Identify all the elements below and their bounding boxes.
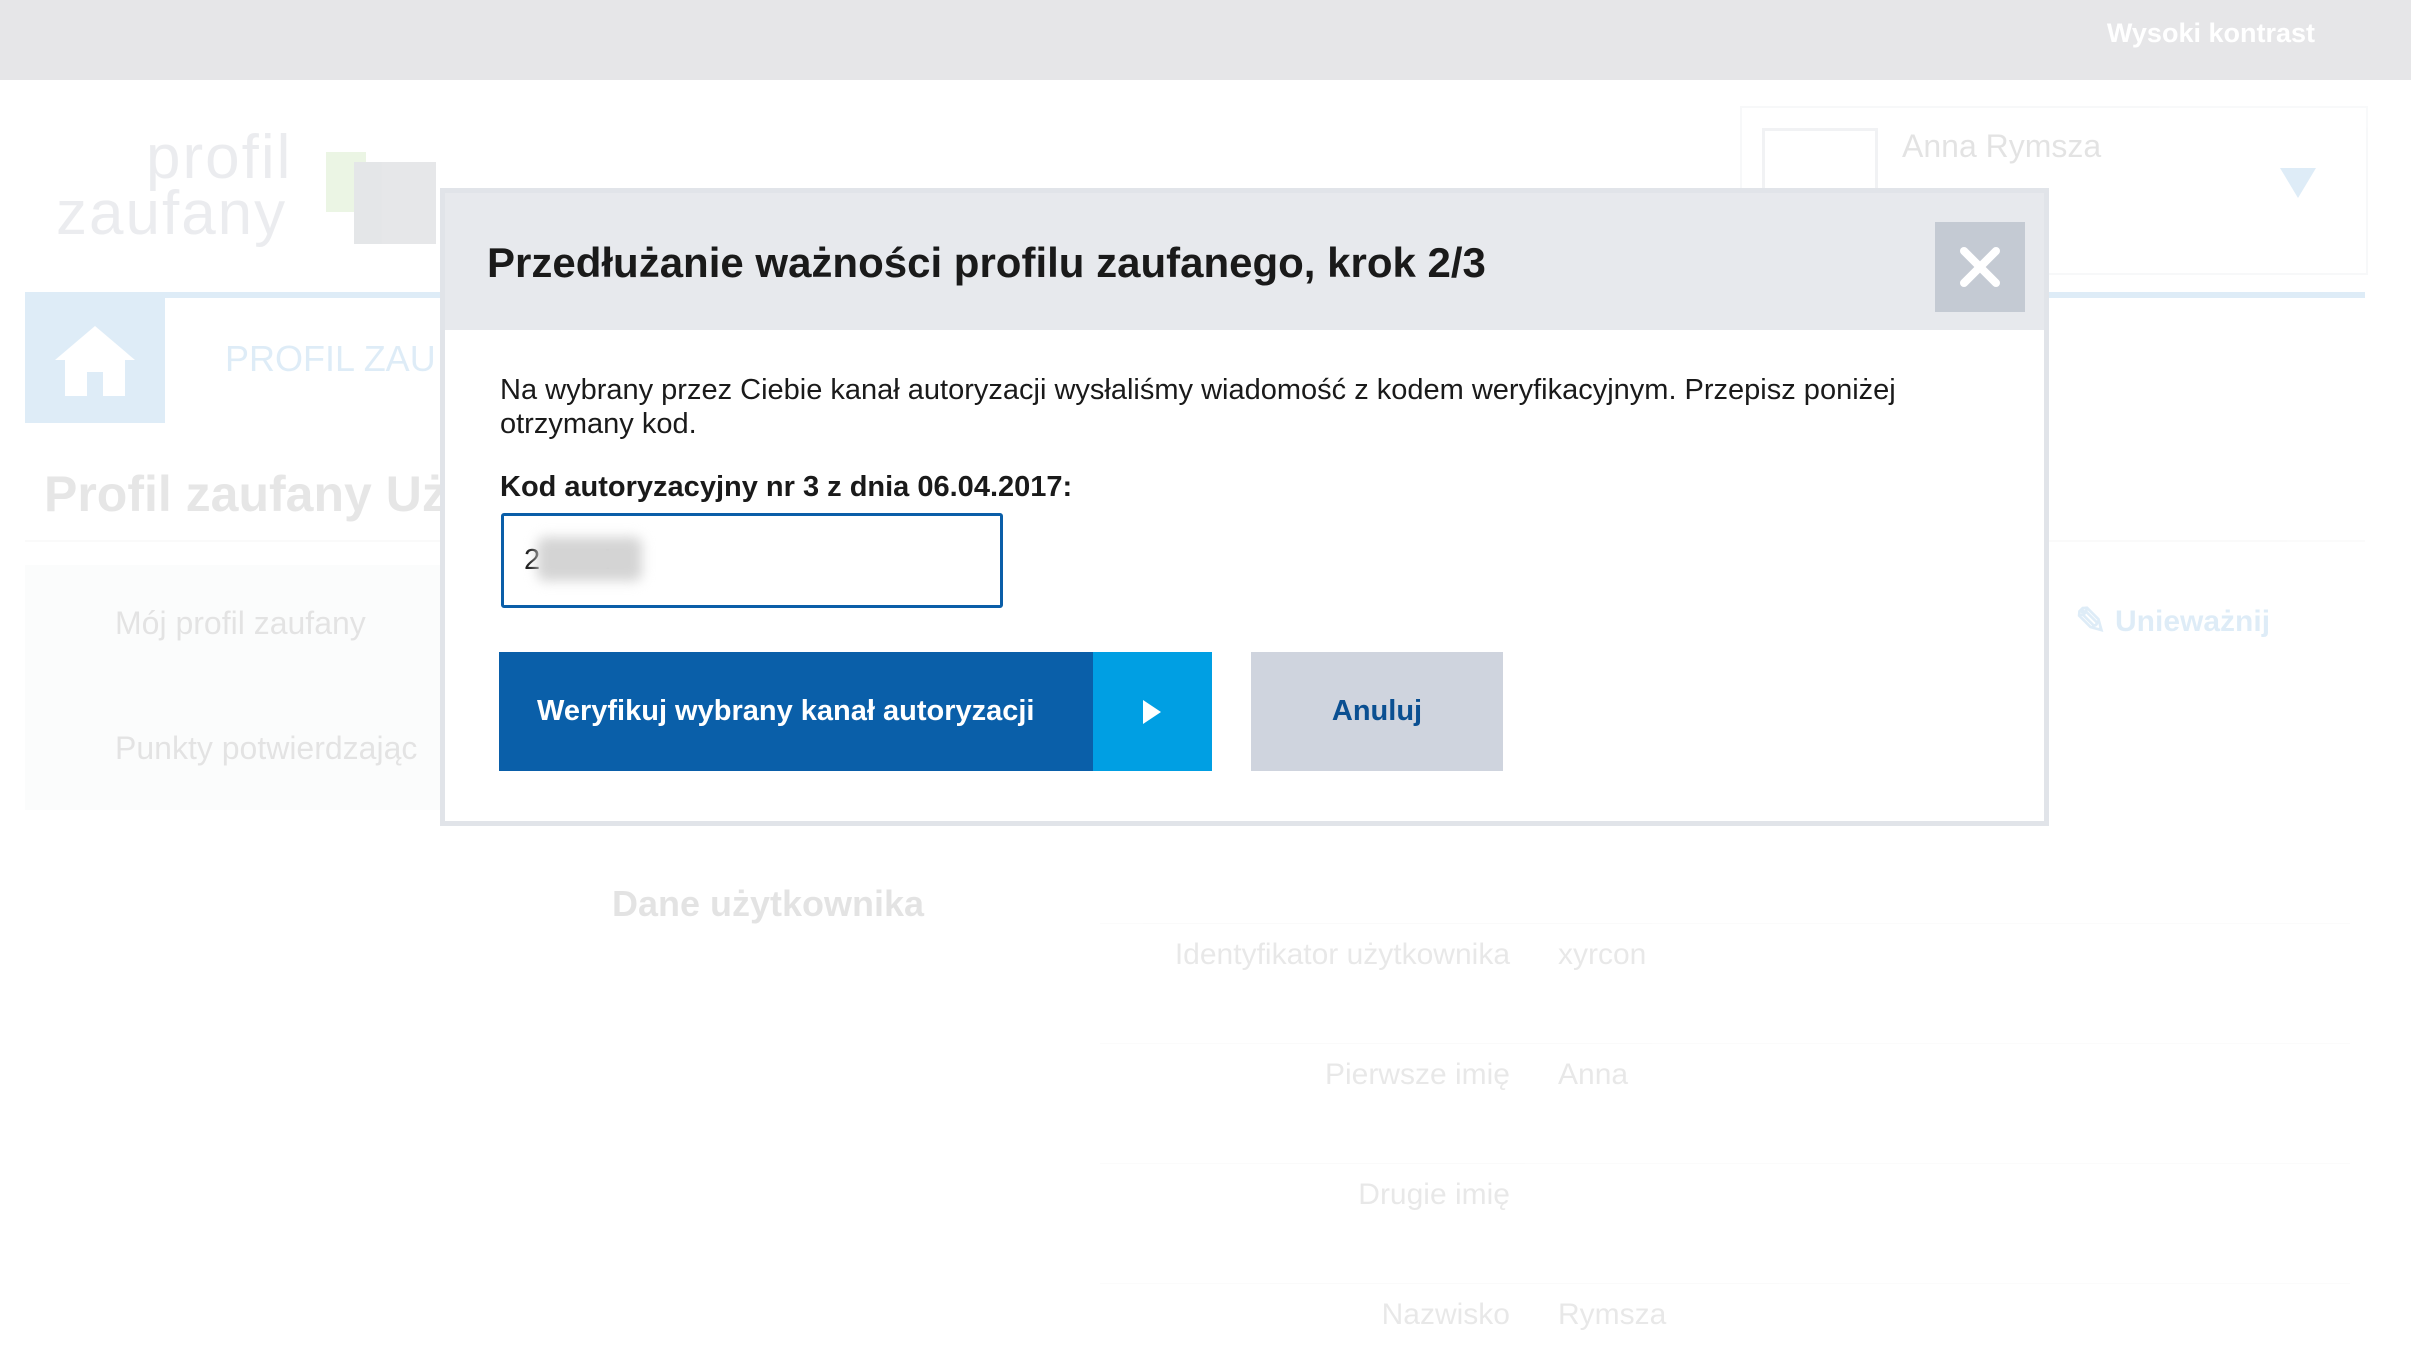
home-button[interactable]: [25, 298, 165, 423]
row-value: Anna: [1558, 1058, 1629, 1091]
row-label: Pierwsze imię: [1324, 1058, 1510, 1091]
close-icon: [1960, 247, 2000, 287]
cancel-button-label: Anuluj: [1331, 695, 1423, 727]
row-label: Identyfikator użytkownika: [1174, 938, 1510, 971]
section-title: Dane użytkownika: [612, 883, 925, 924]
table-row: Nazwisko Rymsza: [1100, 1283, 2350, 1344]
logo-text: profil zaufany: [56, 123, 293, 245]
cancel-button[interactable]: Anuluj: [1251, 652, 1503, 771]
home-icon: [55, 326, 135, 396]
close-button[interactable]: [1935, 222, 2025, 312]
sidebar-item-confirmation-points[interactable]: Punkty potwierdzając: [115, 730, 417, 767]
table-row: Pierwsze imię Anna: [1100, 1043, 2350, 1104]
nav-item-profil-zaufany[interactable]: PROFIL ZAU: [225, 338, 436, 380]
play-arrow-icon: [1093, 652, 1212, 771]
row-value: xyrcon: [1558, 938, 1647, 971]
page-title: Profil zaufany Uży: [44, 466, 475, 522]
table-row: Drugie imię: [1100, 1163, 2350, 1224]
row-label: Nazwisko: [1381, 1298, 1510, 1331]
row-value: Rymsza: [1558, 1298, 1667, 1331]
logo-line-1: profil: [146, 123, 293, 192]
row-label: Drugie imię: [1358, 1178, 1510, 1211]
dialog-title: Przedłużanie ważności profilu zaufanego,…: [487, 239, 1486, 286]
sidebar: Mój profil zaufany Punkty potwierdzając: [25, 565, 445, 810]
dialog-description: Na wybrany przez Ciebie kanał autoryzacj…: [500, 374, 1896, 440]
verify-channel-button[interactable]: Weryfikuj wybrany kanał autoryzacji: [499, 652, 1212, 771]
profil-zaufany-logo[interactable]: profil zaufany: [56, 123, 456, 250]
verify-button-label: Weryfikuj wybrany kanał autoryzacji: [537, 695, 1035, 727]
table-row: Identyfikator użytkownika xyrcon: [1100, 923, 2350, 984]
dialog-header: Przedłużanie ważności profilu zaufanego,…: [445, 193, 2044, 330]
logo-emblem-icon: [326, 152, 436, 244]
top-bar: Wysoki kontrast: [0, 0, 2411, 80]
redacted-code-mask: [537, 537, 642, 581]
invalidate-button[interactable]: Unieważnij: [2075, 599, 2270, 665]
logo-line-2: zaufany: [56, 179, 288, 248]
code-field-label: Kod autoryzacyjny nr 3 z dnia 06.04.2017…: [500, 471, 1073, 503]
chevron-down-icon[interactable]: [2280, 168, 2316, 198]
sidebar-item-my-profile[interactable]: Mój profil zaufany: [115, 605, 366, 642]
user-name: Anna Rymsza: [1902, 128, 2102, 164]
extend-profile-dialog: Przedłużanie ważności profilu zaufanego,…: [440, 188, 2049, 826]
high-contrast-link[interactable]: Wysoki kontrast: [2107, 18, 2315, 49]
